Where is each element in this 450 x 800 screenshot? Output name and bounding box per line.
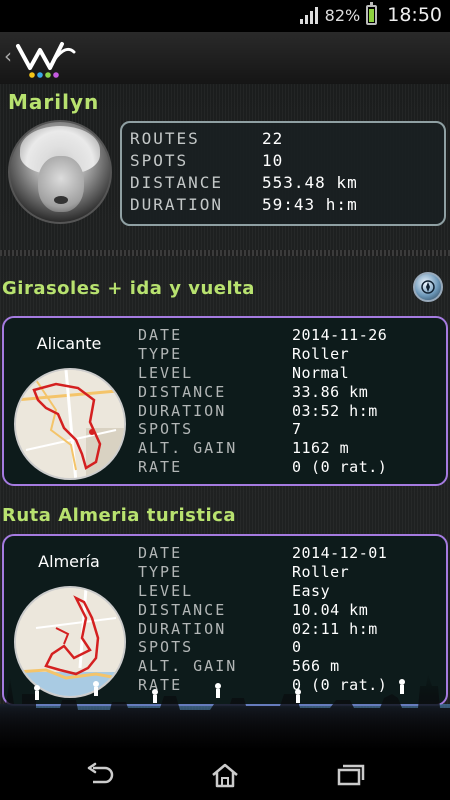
detail-value: 2014-11-26	[292, 326, 388, 345]
detail-label: DURATION	[138, 619, 227, 638]
avatar[interactable]	[8, 120, 112, 224]
stat-value: 10	[262, 150, 284, 170]
detail-label: RATE	[138, 675, 183, 694]
route-map-image	[16, 370, 124, 478]
route-city: Alicante	[36, 334, 102, 353]
detail-row-duration: DURATION 03:52 h:m	[138, 401, 387, 420]
navigation-bar	[0, 750, 450, 800]
detail-label: TYPE	[138, 345, 183, 364]
detail-value: 0 (0 rat.)	[292, 457, 388, 476]
recent-apps-icon	[337, 764, 365, 786]
detail-row-distance: DISTANCE 33.86 km	[138, 382, 387, 401]
action-bar: ‹	[0, 32, 450, 85]
battery-icon	[366, 2, 378, 25]
route-title[interactable]: Girasoles + ida y vuelta	[2, 278, 255, 299]
detail-label: TYPE	[138, 563, 183, 582]
detail-label: DATE	[138, 544, 183, 563]
detail-value: Roller	[292, 345, 350, 364]
detail-row-distance: DISTANCE 10.04 km	[138, 600, 387, 619]
compass-icon[interactable]	[413, 272, 443, 302]
route-map-image	[16, 588, 124, 696]
detail-value: Normal	[292, 363, 350, 382]
detail-label: DISTANCE	[138, 600, 227, 619]
back-button[interactable]	[70, 758, 130, 792]
detail-label: LEVEL	[138, 581, 194, 600]
detail-value: 10.04 km	[292, 600, 369, 619]
detail-label: SPOTS	[138, 638, 194, 657]
route-details: DATE 2014-12-01 TYPE Roller LEVEL Easy DIST…	[138, 544, 387, 694]
stat-row-distance: DISTANCE 553.48 km	[130, 171, 444, 193]
back-icon	[87, 762, 114, 784]
detail-row-alt-gain: ALT. GAIN 1162 m	[138, 439, 387, 458]
stat-label: DISTANCE	[130, 172, 224, 192]
detail-row-rate: RATE 0 (0 rat.)	[138, 458, 387, 477]
detail-label: DISTANCE	[138, 382, 227, 401]
route-details: DATE 2014-11-26 TYPE Roller LEVEL Normal DI…	[138, 326, 387, 476]
route-city: Almería	[38, 552, 100, 571]
stat-label: DURATION	[130, 194, 224, 214]
detail-value: 02:11 h:m	[292, 619, 378, 638]
recent-apps-button[interactable]	[320, 758, 380, 792]
stat-label: SPOTS	[130, 150, 189, 170]
stat-value: 553.48 km	[262, 172, 358, 192]
route-card[interactable]: Alicante DATE 2014-11-26 TYPE Roller LEVEL…	[2, 316, 448, 486]
user-name: Marilyn	[8, 90, 100, 114]
detail-label: RATE	[138, 457, 183, 476]
detail-value: Easy	[292, 581, 331, 600]
detail-label: ALT. GAIN	[138, 439, 238, 458]
detail-value: 0	[292, 638, 302, 657]
detail-row-date: DATE 2014-12-01	[138, 544, 387, 563]
detail-row-spots: SPOTS 7	[138, 420, 387, 439]
detail-label: LEVEL	[138, 363, 194, 382]
detail-row-level: LEVEL Normal	[138, 364, 387, 383]
detail-row-alt-gain: ALT. GAIN 566 m	[138, 657, 387, 676]
detail-row-spots: SPOTS 0	[138, 638, 387, 657]
detail-value: 2014-12-01	[292, 544, 388, 563]
route-title[interactable]: Ruta Almeria turistica	[2, 505, 236, 526]
stat-value: 59:43 h:m	[262, 194, 358, 214]
chevron-left-icon[interactable]: ‹	[4, 44, 12, 68]
detail-value: 7	[292, 420, 302, 439]
home-button[interactable]	[195, 758, 255, 792]
user-stats-box: ROUTES 22 SPOTS 10 DISTANCE 553.48 km DU…	[120, 121, 446, 226]
detail-label: ALT. GAIN	[138, 657, 238, 676]
status-bar: 82% 18:50	[0, 0, 450, 32]
detail-value: 03:52 h:m	[292, 401, 378, 420]
detail-value: 0 (0 rat.)	[292, 675, 388, 694]
detail-value: 33.86 km	[292, 382, 369, 401]
app-logo[interactable]	[14, 38, 76, 78]
detail-label: DATE	[138, 326, 183, 345]
route-map-thumbnail[interactable]	[14, 586, 126, 698]
stat-row-routes: ROUTES 22	[130, 127, 444, 149]
battery-percent: 82%	[324, 5, 361, 25]
detail-value: Roller	[292, 563, 350, 582]
route-map-thumbnail[interactable]	[14, 368, 126, 480]
detail-value: 1162 m	[292, 439, 350, 458]
stat-row-duration: DURATION 59:43 h:m	[130, 193, 444, 215]
stat-row-spots: SPOTS 10	[130, 149, 444, 171]
detail-row-type: TYPE Roller	[138, 345, 387, 364]
detail-row-date: DATE 2014-11-26	[138, 326, 387, 345]
route-card[interactable]: Almería DATE 2014-12-01 TYPE Roller LEVEL E…	[2, 534, 448, 706]
detail-row-type: TYPE Roller	[138, 563, 387, 582]
divider	[0, 250, 450, 256]
home-icon	[212, 763, 238, 788]
clock: 18:50	[387, 4, 442, 26]
detail-row-rate: RATE 0 (0 rat.)	[138, 676, 387, 695]
stat-label: ROUTES	[130, 128, 200, 148]
signal-icon	[299, 7, 318, 24]
detail-label: SPOTS	[138, 420, 194, 439]
status-icons: 82% 18:50	[299, 2, 442, 26]
detail-label: DURATION	[138, 401, 227, 420]
detail-row-duration: DURATION 02:11 h:m	[138, 619, 387, 638]
stat-value: 22	[262, 128, 284, 148]
detail-row-level: LEVEL Easy	[138, 582, 387, 601]
detail-value: 566 m	[292, 657, 340, 676]
